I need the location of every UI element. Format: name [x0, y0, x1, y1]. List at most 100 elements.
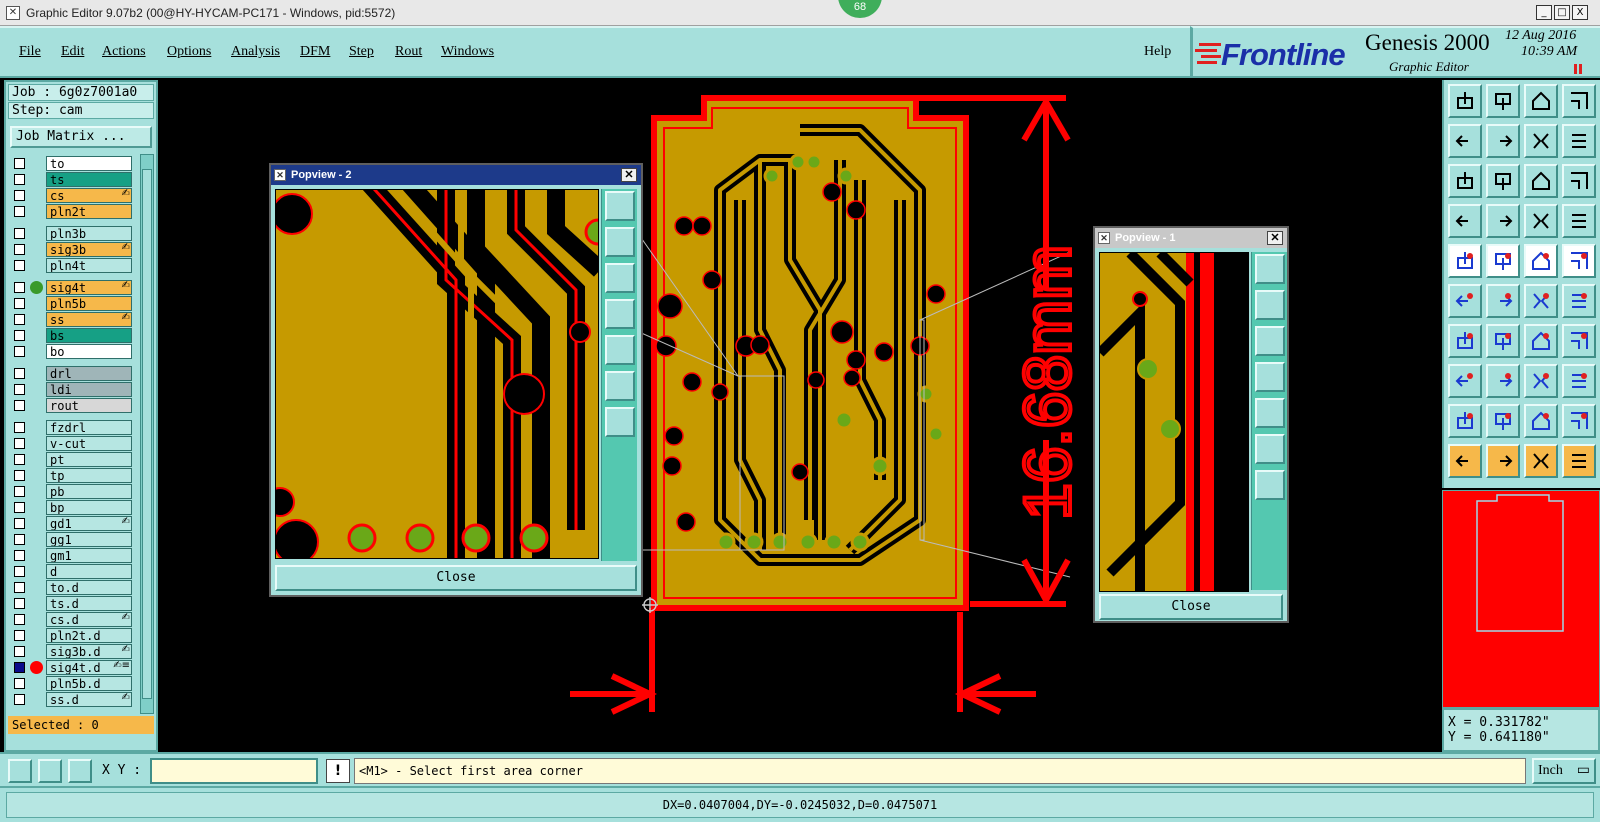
layer-checkbox[interactable] [14, 206, 25, 217]
layer-checkbox[interactable] [14, 260, 25, 271]
layer-name[interactable]: ss.d [46, 692, 132, 707]
layer-checkbox[interactable] [14, 438, 25, 449]
popview-1-pan-up-button[interactable] [1255, 290, 1285, 320]
menu-windows[interactable]: Windows [441, 44, 494, 60]
popview-1-zoom-out-button[interactable] [1255, 470, 1285, 500]
layer-row[interactable]: ss.d ✍ [10, 692, 136, 707]
popview-2-zoom-out-button[interactable] [605, 407, 635, 437]
select-poly-tool-button[interactable] [1524, 444, 1558, 478]
layer-checkbox[interactable] [14, 282, 25, 293]
mirror-tool-button[interactable] [1524, 124, 1558, 158]
layer-row[interactable]: fzdrl [10, 420, 136, 435]
layer-name[interactable]: pt [46, 452, 132, 467]
layer-row[interactable]: tp [10, 468, 136, 483]
layer-row[interactable]: ts.d [10, 596, 136, 611]
layer-row[interactable]: pln3b [10, 226, 136, 241]
polygon-tool-button[interactable] [1486, 404, 1520, 438]
grid-tool-button[interactable] [1486, 204, 1520, 238]
snap-top-tool-button[interactable] [1448, 84, 1482, 118]
layer-checkbox[interactable] [14, 298, 25, 309]
layer-checkbox[interactable] [14, 518, 25, 529]
layer-row[interactable]: bs [10, 328, 136, 343]
layer-name[interactable]: pln2t [46, 204, 132, 219]
transform-tool-button[interactable] [1562, 284, 1596, 318]
restore-button[interactable]: □ [1554, 5, 1570, 20]
xy-input[interactable] [150, 758, 318, 784]
fill-tool-button[interactable] [1562, 404, 1596, 438]
units-dropdown[interactable]: Inch ▭ [1532, 758, 1596, 784]
layer-row[interactable]: ss ✍ [10, 312, 136, 327]
popview-1-zoom-in-button[interactable] [1255, 434, 1285, 464]
layer-row[interactable]: sig4t.d ✍≡ [10, 660, 136, 675]
layer-checkbox[interactable] [14, 566, 25, 577]
layer-name[interactable]: ss [46, 312, 132, 327]
menu-analysis[interactable]: Analysis [231, 44, 280, 60]
layer-row[interactable]: sig3b ✍ [10, 242, 136, 257]
stretch-tool-button[interactable] [1524, 364, 1558, 398]
overview-minimap[interactable] [1442, 490, 1600, 708]
layer-checkbox[interactable] [14, 646, 25, 657]
layer-row[interactable]: pt [10, 452, 136, 467]
layer-row[interactable]: d [10, 564, 136, 579]
measure-tool-button[interactable] [1524, 244, 1558, 278]
layer-row[interactable]: v-cut [10, 436, 136, 451]
list-tool-button[interactable] [1562, 124, 1596, 158]
arc-tool-button[interactable] [1448, 404, 1482, 438]
layer-checkbox[interactable] [14, 422, 25, 433]
layer-checkbox[interactable] [14, 614, 25, 625]
popview-2-close-icon[interactable]: ✕ [621, 168, 637, 182]
layer-name[interactable]: pln5b [46, 296, 132, 311]
layer-row[interactable]: drl [10, 366, 136, 381]
layer-row[interactable]: sig3b.d ✍ [10, 644, 136, 659]
layer-row[interactable]: to [10, 156, 136, 171]
shape-tool-button[interactable] [1524, 404, 1558, 438]
layer-checkbox[interactable] [14, 534, 25, 545]
layer-row[interactable]: gg1 [10, 532, 136, 547]
popview-1-zoom-home-button[interactable] [1255, 254, 1285, 284]
group-tool-button[interactable] [1562, 364, 1596, 398]
layer-name[interactable]: bo [46, 344, 132, 359]
select-tool-button[interactable] [1448, 444, 1482, 478]
layer-checkbox[interactable] [14, 454, 25, 465]
layer-row[interactable]: gm1 [10, 548, 136, 563]
layer-checkbox[interactable] [14, 368, 25, 379]
split-tool-button[interactable] [1562, 324, 1596, 358]
corner-tool-button[interactable] [1562, 84, 1596, 118]
layer-name[interactable]: fzdrl [46, 420, 132, 435]
scale-tool-button[interactable] [1524, 164, 1558, 198]
popview-2-window[interactable]: ✕ Popview - 2 ✕ Close [269, 163, 643, 597]
layer-name[interactable]: gg1 [46, 532, 132, 547]
layer-row[interactable]: pln5b [10, 296, 136, 311]
popview-2-pan-left-button[interactable] [605, 299, 635, 329]
layer-row[interactable]: cs ✍ [10, 188, 136, 203]
zoom-tool-button[interactable] [1486, 164, 1520, 198]
delete-tool-button[interactable] [1486, 364, 1520, 398]
job-matrix-button[interactable]: Job Matrix ... [10, 126, 152, 148]
layer-name[interactable]: gm1 [46, 548, 132, 563]
layer-row[interactable]: cs.d ✍ [10, 612, 136, 627]
layer-name[interactable]: gd1 [46, 516, 132, 531]
home-tool-button[interactable] [1524, 84, 1558, 118]
menu-rout[interactable]: Rout [395, 44, 422, 60]
layer-checkbox[interactable] [14, 502, 25, 513]
menu-actions[interactable]: Actions [102, 44, 146, 60]
layer-name[interactable]: sig3b [46, 242, 132, 257]
popview-2-zoom-home-button[interactable] [605, 191, 635, 221]
layer-checkbox[interactable] [14, 330, 25, 341]
layer-name[interactable]: pln5b.d [46, 676, 132, 691]
menu-edit[interactable]: Edit [61, 44, 84, 60]
layer-name[interactable]: cs.d [46, 612, 132, 627]
menu-step[interactable]: Step [349, 44, 374, 60]
layer-name[interactable]: d [46, 564, 132, 579]
layer-checkbox[interactable] [14, 694, 25, 705]
layer-row[interactable]: sig4t ✍ [10, 280, 136, 295]
snap-bottom-tool-button[interactable] [1486, 84, 1520, 118]
popview-2-pan-up-button[interactable] [605, 227, 635, 257]
fit-tool-button[interactable] [1448, 164, 1482, 198]
layer-checkbox[interactable] [14, 470, 25, 481]
layer-row[interactable]: ts [10, 172, 136, 187]
popview-2-pan-right-button[interactable] [605, 335, 635, 365]
layer-name[interactable]: ts.d [46, 596, 132, 611]
snap-right-tool-button[interactable] [1486, 124, 1520, 158]
popview-1-titlebar[interactable]: ✕ Popview - 1 ✕ [1095, 228, 1287, 248]
